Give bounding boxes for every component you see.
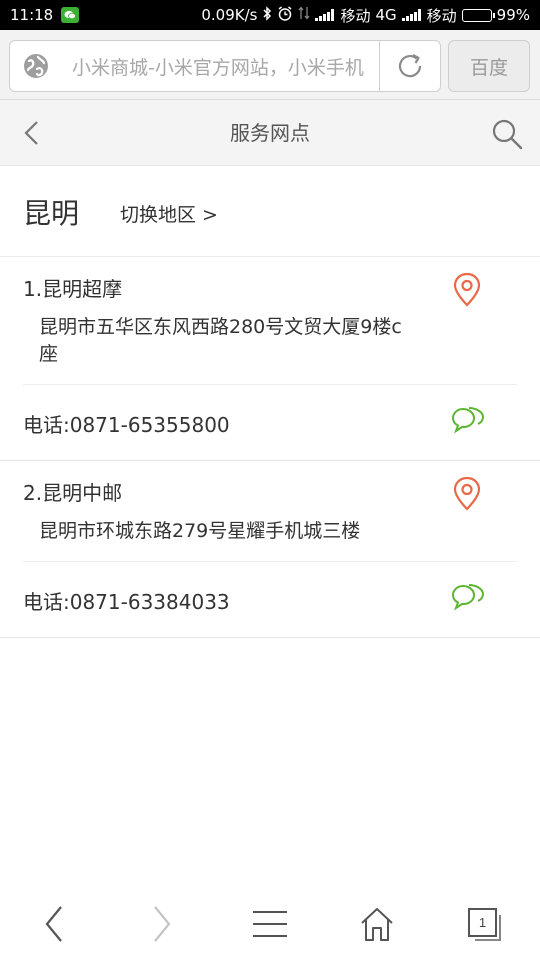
wechat-notification-icon xyxy=(61,7,80,23)
signal-strength-icon-2 xyxy=(401,9,422,21)
location-pin-icon[interactable] xyxy=(452,476,482,512)
nav-back-button[interactable] xyxy=(32,902,76,946)
divider xyxy=(23,384,517,385)
battery-level: 99% xyxy=(496,6,530,24)
store-item: 1.昆明超摩 昆明市五华区东风西路280号文贸大厦9楼c座 电话:0871-65… xyxy=(0,257,540,461)
store-phone[interactable]: 电话:0871-63384033 xyxy=(23,586,230,615)
divider xyxy=(0,637,540,638)
current-city: 昆明 xyxy=(23,197,80,230)
search-engine-button[interactable]: 百度 xyxy=(448,40,530,92)
alarm-icon xyxy=(277,5,293,25)
chat-bubble-icon[interactable] xyxy=(450,405,486,439)
location-pin-icon[interactable] xyxy=(452,272,482,308)
tabs-button[interactable]: 1 xyxy=(462,902,506,946)
globe-icon xyxy=(24,54,48,78)
menu-button[interactable] xyxy=(248,902,292,946)
browser-toolbar: 小米商城-小米官方网站，小米手机 百度 xyxy=(0,30,540,100)
store-item: 2.昆明中邮 昆明市环城东路279号星耀手机城三楼 电话:0871-633840… xyxy=(0,461,540,638)
clock: 11:18 xyxy=(10,6,54,24)
carrier-1: 移动 xyxy=(340,6,371,25)
reload-icon xyxy=(398,54,422,78)
home-button[interactable] xyxy=(355,902,399,946)
store-phone[interactable]: 电话:0871-65355800 xyxy=(23,409,230,438)
divider xyxy=(23,561,517,562)
browser-bottom-nav: 1 xyxy=(0,888,540,960)
network-type: 4G xyxy=(375,6,397,24)
search-icon[interactable] xyxy=(490,117,524,151)
page-header: 服务网点 xyxy=(0,100,540,166)
page-url-title[interactable]: 小米商城-小米官方网站，小米手机 xyxy=(72,53,379,80)
bluetooth-icon xyxy=(262,5,272,25)
switch-region-link[interactable]: 切换地区 > xyxy=(120,200,218,227)
tabs-icon: 1 xyxy=(468,908,501,941)
home-icon xyxy=(361,908,393,941)
status-bar: 11:18 0.09K/s 移动 4G 移动 99% xyxy=(0,0,540,30)
store-name: 2.昆明中邮 xyxy=(23,481,123,505)
menu-icon xyxy=(253,911,287,937)
store-address: 昆明市环城东路279号星耀手机城三楼 xyxy=(39,520,361,542)
store-address: 昆明市五华区东风西路280号文贸大厦9楼c座 xyxy=(39,316,402,365)
carrier-2: 移动 xyxy=(426,6,457,25)
battery-icon xyxy=(461,8,495,22)
page-title: 服务网点 xyxy=(230,121,310,145)
signal-strength-icon xyxy=(315,9,335,21)
region-row: 昆明 切换地区 > xyxy=(0,166,540,257)
chat-bubble-icon[interactable] xyxy=(450,582,486,616)
address-bar[interactable]: 小米商城-小米官方网站，小米手机 xyxy=(9,40,441,92)
nav-forward-button[interactable] xyxy=(140,902,184,946)
store-name: 1.昆明超摩 xyxy=(23,277,123,301)
tab-count: 1 xyxy=(479,915,486,930)
data-transfer-icon xyxy=(298,6,310,24)
network-speed: 0.09K/s xyxy=(201,6,258,24)
arrow-right-icon xyxy=(154,906,171,942)
reload-button[interactable] xyxy=(379,41,440,91)
arrow-left-icon xyxy=(45,906,62,942)
